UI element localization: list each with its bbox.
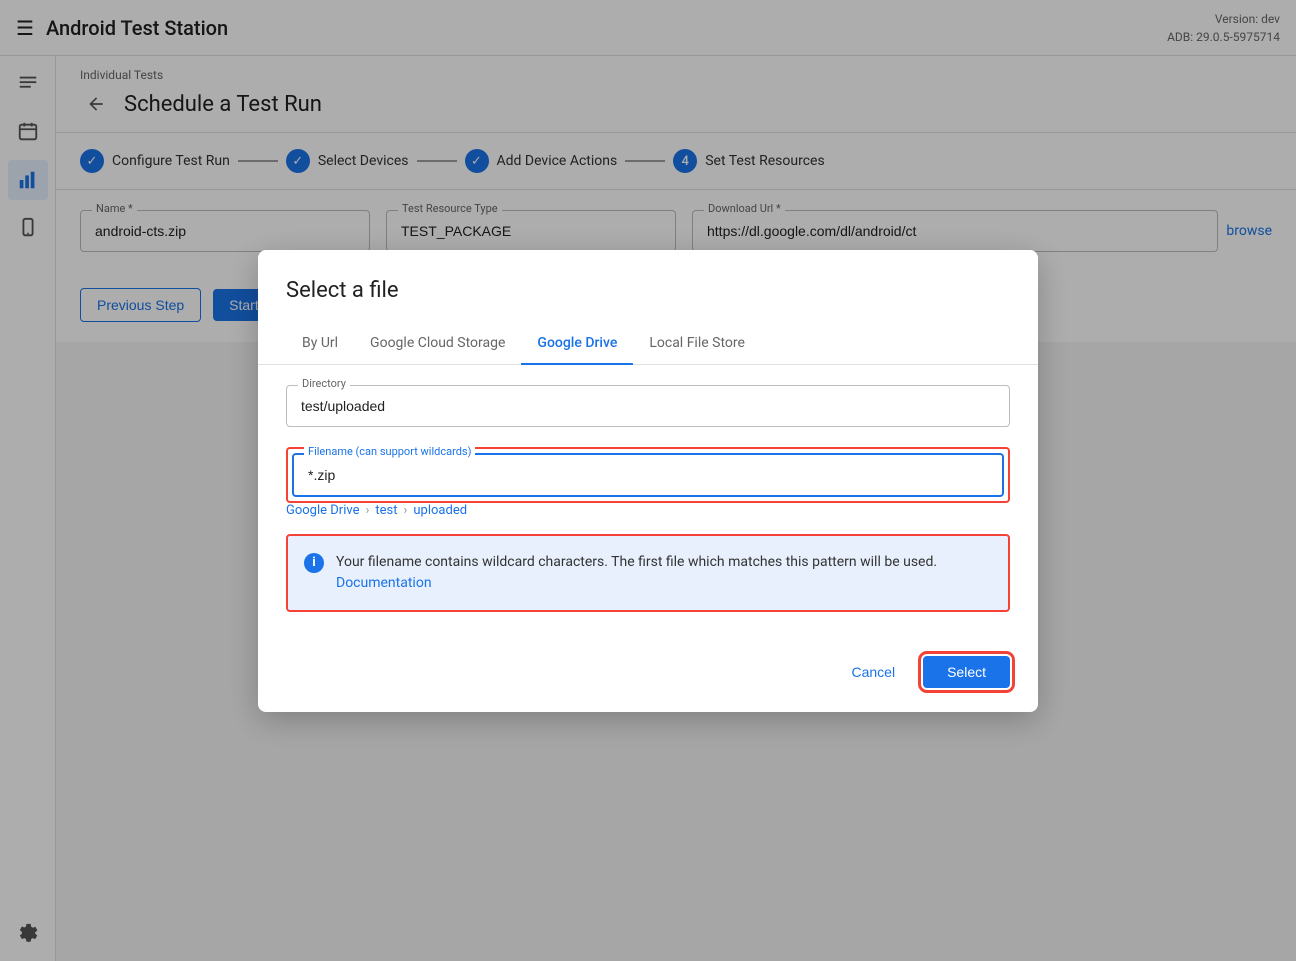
path-sep-1: ›: [365, 503, 369, 518]
dialog: Select a file By Url Google Cloud Storag…: [258, 250, 1038, 712]
info-box: i Your filename contains wildcard charac…: [286, 534, 1010, 612]
filename-label: Filename (can support wildcards): [304, 445, 475, 458]
filename-highlight-box: Filename (can support wildcards): [286, 447, 1010, 503]
directory-field: Directory: [286, 385, 1010, 427]
tab-local-file-store[interactable]: Local File Store: [633, 323, 761, 365]
dialog-body: Directory Filename (can support wildcard…: [258, 365, 1038, 656]
documentation-link[interactable]: Documentation: [336, 575, 432, 591]
overlay: Select a file By Url Google Cloud Storag…: [0, 0, 1296, 961]
filename-input[interactable]: [292, 453, 1004, 497]
directory-label: Directory: [298, 377, 350, 390]
tab-gcs[interactable]: Google Cloud Storage: [354, 323, 521, 365]
info-icon: i: [304, 553, 324, 573]
path-part-2[interactable]: test: [375, 503, 397, 518]
path-breadcrumb: Google Drive › test › uploaded: [286, 503, 1010, 518]
directory-input[interactable]: [286, 385, 1010, 427]
path-part-1[interactable]: Google Drive: [286, 503, 359, 518]
tab-by-url[interactable]: By Url: [286, 323, 354, 365]
tab-google-drive[interactable]: Google Drive: [521, 323, 633, 365]
dialog-cancel-button[interactable]: Cancel: [835, 656, 911, 688]
path-sep-2: ›: [403, 503, 407, 518]
filename-field: Filename (can support wildcards): [292, 453, 1004, 497]
dialog-tabs: By Url Google Cloud Storage Google Drive…: [258, 323, 1038, 365]
info-text: Your filename contains wildcard characte…: [336, 552, 992, 594]
path-part-3[interactable]: uploaded: [413, 503, 467, 518]
dialog-select-button[interactable]: Select: [923, 656, 1010, 688]
dialog-actions: Cancel Select: [258, 656, 1038, 712]
dialog-title: Select a file: [258, 250, 1038, 323]
